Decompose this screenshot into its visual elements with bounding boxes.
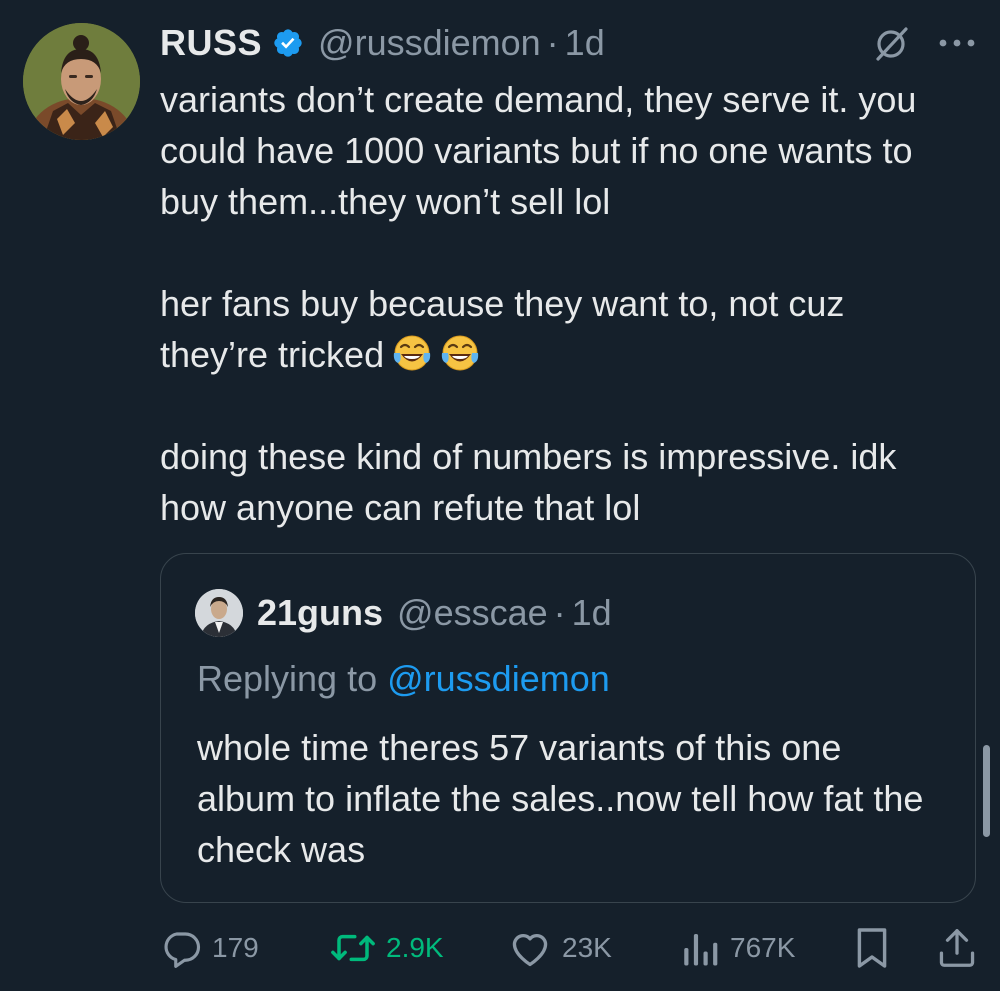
bookmark-button[interactable]: [854, 920, 890, 976]
analytics-icon: [684, 934, 718, 966]
quoted-author-avatar[interactable]: [195, 589, 243, 637]
quoted-tweet-timestamp[interactable]: 1d: [572, 592, 612, 634]
reply-count: 179: [212, 932, 259, 963]
replying-to-label: Replying to: [197, 658, 378, 699]
tweet-header: RUSS @russdiemon · 1d: [160, 18, 605, 68]
like-button[interactable]: 23K: [508, 920, 612, 976]
verified-badge-icon: [274, 29, 302, 57]
scrollbar-thumb[interactable]: [983, 745, 990, 837]
tears-of-joy-emoji-icon: [393, 335, 431, 371]
retweet-icon: [331, 934, 375, 962]
more-options-icon[interactable]: [935, 30, 979, 56]
reply-button[interactable]: 179: [160, 920, 259, 976]
views-count: 767K: [730, 932, 796, 963]
quoted-tweet-header: 21guns @esscae · 1d: [257, 590, 612, 636]
quoted-tweet[interactable]: 21guns @esscae · 1d Replying to @russdie…: [160, 553, 976, 903]
tweet[interactable]: RUSS @russdiemon · 1d variants don’t cre…: [0, 0, 1000, 991]
tweet-paragraph: her fans buy because they want to, not c…: [160, 278, 960, 380]
tweet-paragraph-text: her fans buy because they want to, not c…: [160, 283, 845, 375]
tweet-paragraph: doing these kind of numbers is impressiv…: [160, 436, 897, 528]
retweet-count: 2.9K: [386, 932, 444, 963]
grok-icon[interactable]: [872, 25, 910, 63]
tweet-timestamp[interactable]: 1d: [565, 22, 605, 64]
tweet-paragraph: variants don’t create demand, they serve…: [160, 79, 917, 222]
author-display-name[interactable]: RUSS: [160, 22, 262, 64]
quoted-header-separator: ·: [553, 592, 566, 633]
heart-icon: [512, 934, 548, 967]
header-separator: ·: [546, 22, 559, 63]
tweet-action-bar: 179 2.9K 23K 767K: [160, 920, 980, 976]
replying-to-mention-link[interactable]: @russdiemon: [387, 658, 610, 699]
quoted-author-display-name[interactable]: 21guns: [257, 592, 383, 634]
reply-icon: [164, 932, 201, 968]
tears-of-joy-emoji-icon: [441, 335, 479, 371]
quoted-author-handle[interactable]: @esscae: [397, 592, 548, 634]
bookmark-icon: [857, 928, 887, 968]
replying-to: Replying to @russdiemon: [197, 658, 610, 700]
share-icon: [939, 929, 975, 967]
like-count: 23K: [562, 932, 612, 963]
share-button[interactable]: [938, 920, 976, 976]
views-button[interactable]: 767K: [680, 920, 795, 976]
quoted-tweet-text: whole time theres 57 variants of this on…: [197, 727, 924, 870]
retweet-button[interactable]: 2.9K: [330, 920, 444, 976]
author-avatar[interactable]: [23, 23, 140, 140]
tweet-text: variants don’t create demand, they serve…: [160, 74, 960, 533]
author-handle[interactable]: @russdiemon: [318, 22, 541, 64]
